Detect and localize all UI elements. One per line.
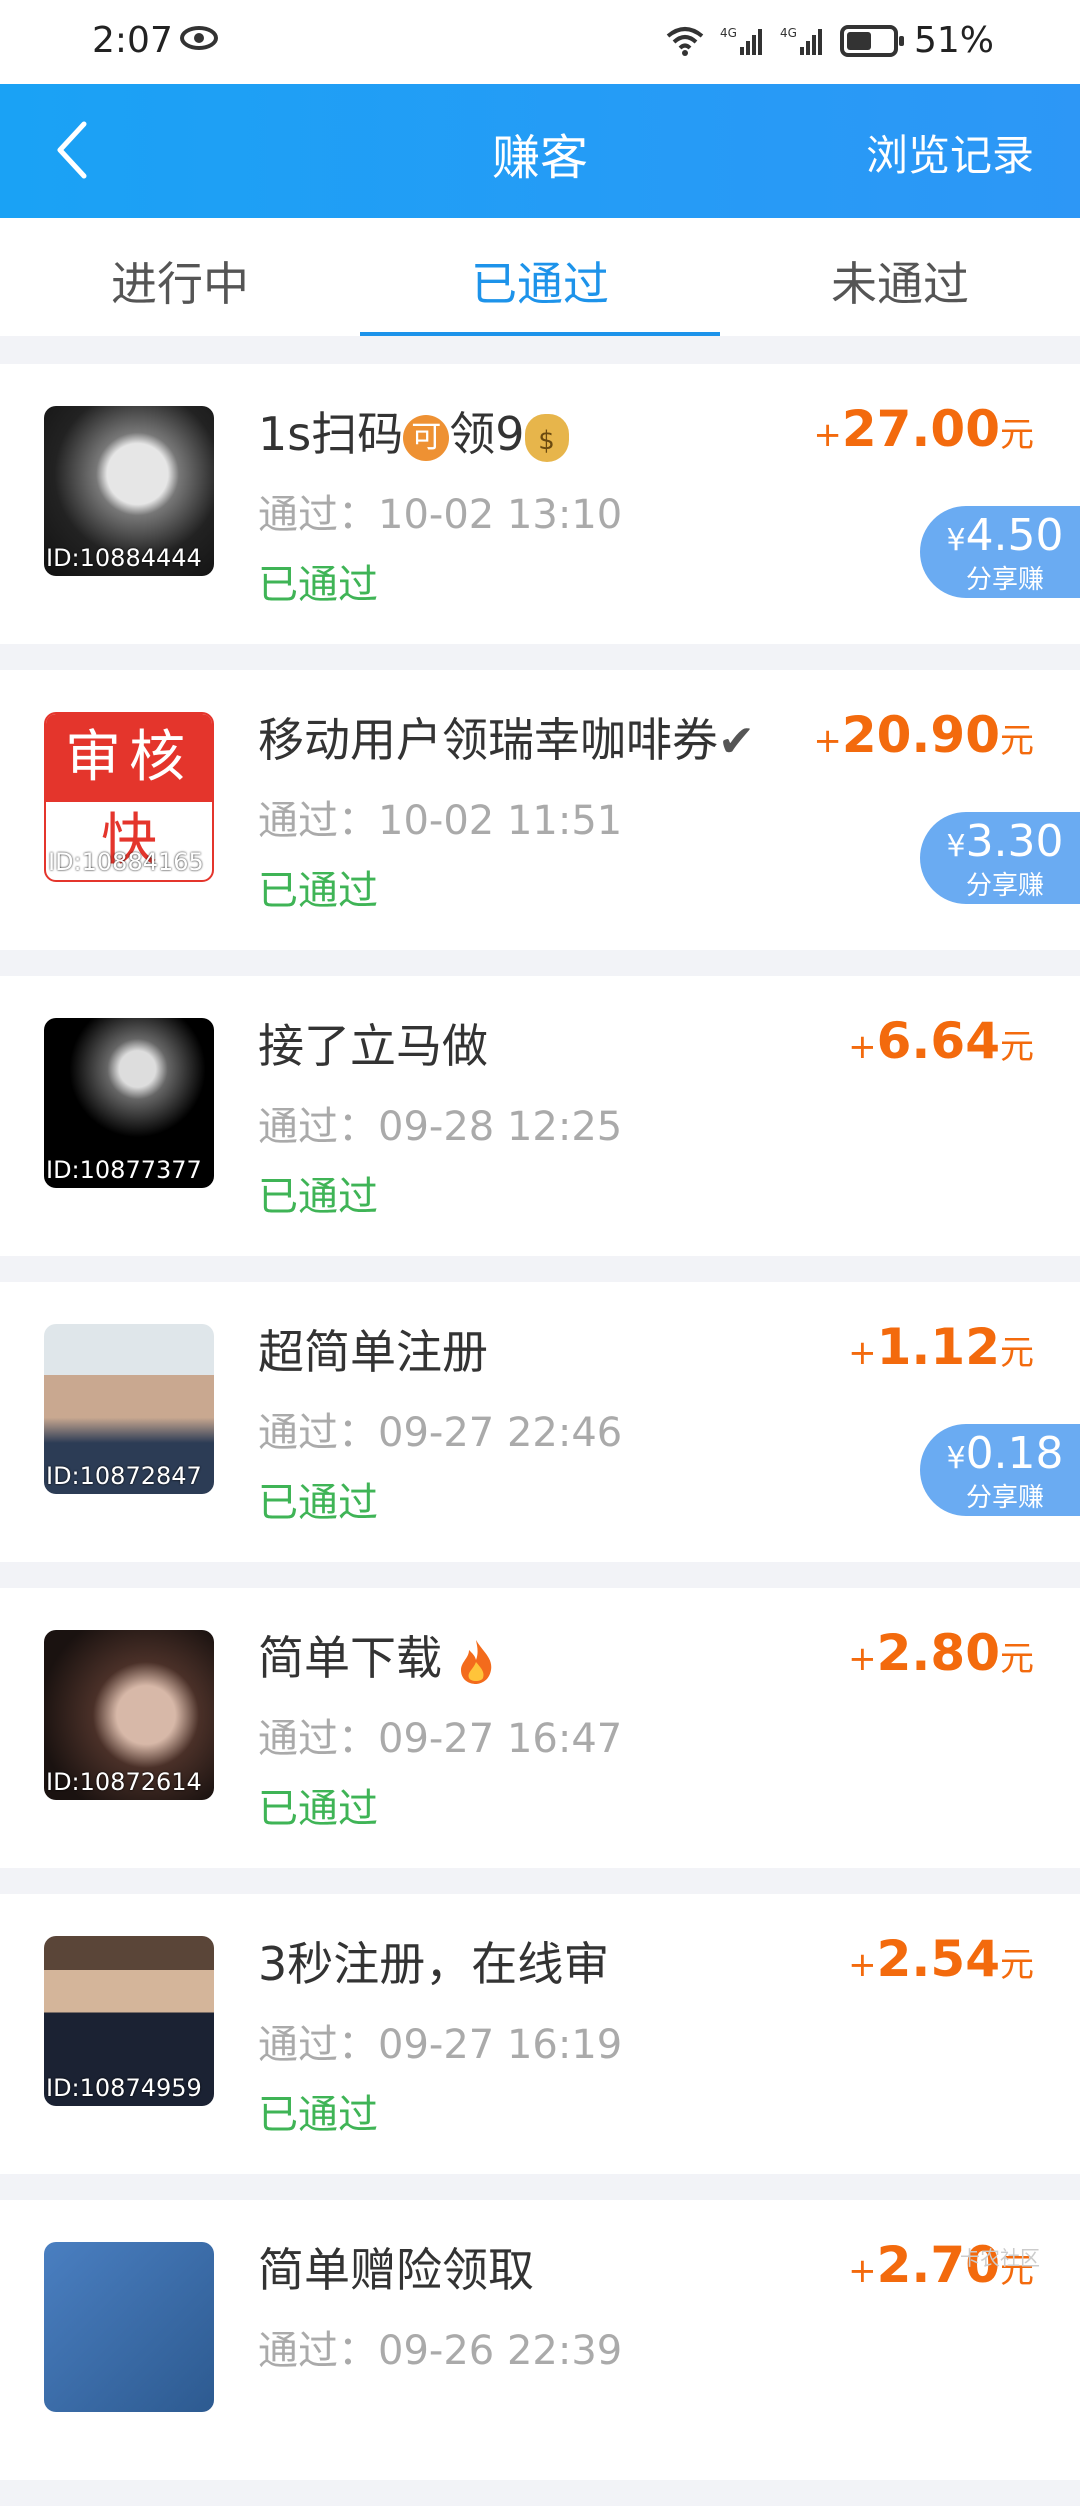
battery-icon	[839, 24, 904, 57]
tab-rejected[interactable]: 未通过	[720, 248, 1080, 314]
task-time: 通过：09-28 12:25	[258, 1104, 623, 1150]
app-header: 赚客 浏览记录	[0, 84, 1080, 218]
task-card[interactable]: 简单赠险领取 通过：09-26 22:39 +2.70元	[0, 2200, 1080, 2480]
task-title: 3秒注册，在线审	[258, 1937, 610, 1991]
task-id: ID:10877377	[46, 1156, 202, 1184]
task-time: 通过：09-27 22:46	[258, 1410, 623, 1456]
task-time: 通过：10-02 11:51	[258, 798, 623, 844]
watermark: 卡农社区	[960, 2246, 1040, 2270]
task-time: 通过：09-27 16:19	[258, 2022, 623, 2068]
task-title: 1s扫码可领9 $	[258, 398, 569, 464]
task-price: +6.64元	[848, 1012, 1034, 1070]
fire-icon	[457, 1638, 495, 1686]
task-card[interactable]: ID:10872847 超简单注册 通过：09-27 22:46 已通过 +1.…	[0, 1282, 1080, 1562]
signal-icon-2: 4G	[780, 25, 824, 57]
task-id: ID:10884444	[46, 544, 202, 572]
avatar-text-top: 审核	[46, 714, 212, 802]
tab-bar: 进行中 已通过 未通过	[0, 218, 1080, 336]
task-card[interactable]: 审核 快 ID:10884165 移动用户领瑞幸咖啡券✔ 通过：10-02 11…	[0, 670, 1080, 950]
task-price: +2.80元	[848, 1624, 1034, 1682]
status-bar: 2:07 4G 4G 51%	[0, 0, 1080, 84]
share-earn-button[interactable]: ¥4.50 分享赚	[920, 506, 1080, 598]
task-status: 已通过	[258, 1480, 378, 1526]
task-title: 超简单注册	[258, 1325, 488, 1379]
review-avatar: 审核 快 ID:10884165	[44, 712, 214, 882]
task-price: +1.12元	[848, 1318, 1034, 1376]
money-bag-icon: $	[524, 413, 569, 462]
task-id: ID:10872614	[46, 1768, 202, 1796]
active-tab-indicator	[360, 332, 720, 336]
rose-avatar: ID:10877377	[44, 1018, 214, 1188]
task-status: 已通过	[258, 1786, 378, 1832]
share-earn-button[interactable]: ¥3.30 分享赚	[920, 812, 1080, 904]
task-time: 通过：10-02 13:10	[258, 492, 623, 538]
svg-text:4G: 4G	[780, 26, 797, 40]
task-title: 简单下载	[258, 1622, 495, 1688]
task-id: ID:10874959	[46, 2074, 202, 2102]
task-card[interactable]: ID:10872614 简单下载 通过：09-27 16:47 已通过 +2.8…	[0, 1588, 1080, 1868]
battery-percent: 51%	[913, 20, 994, 61]
wifi-icon	[666, 26, 704, 56]
task-title: 简单赠险领取	[258, 2243, 534, 2297]
task-title: 接了立马做	[258, 1019, 488, 1073]
task-card[interactable]: ID:10884444 1s扫码可领9 $ 通过：10-02 13:10 已通过 …	[0, 364, 1080, 644]
task-status: 已通过	[258, 868, 378, 914]
status-time: 2:07	[92, 20, 173, 61]
task-time: 通过：09-26 22:39	[258, 2328, 623, 2374]
share-earn-button[interactable]: ¥0.18 分享赚	[920, 1424, 1080, 1516]
task-title: 移动用户领瑞幸咖啡券✔	[258, 713, 755, 767]
cat-avatar: ID:10884444	[44, 406, 214, 576]
status-right: 4G 4G 51%	[666, 20, 994, 61]
task-status: 已通过	[258, 2092, 378, 2138]
task-time: 通过：09-27 16:47	[258, 1716, 623, 1762]
man-avatar: ID:10872847	[44, 1324, 214, 1494]
task-status: 已通过	[258, 1174, 378, 1220]
task-id: ID:10872847	[46, 1462, 202, 1490]
signal-icon-1: 4G	[720, 25, 764, 57]
task-price: +2.54元	[848, 1930, 1034, 1988]
book-avatar	[44, 2242, 214, 2412]
task-price: +27.00元	[813, 400, 1034, 458]
coin-icon: 可	[403, 414, 450, 461]
task-list: ID:10884444 1s扫码可领9 $ 通过：10-02 13:10 已通过 …	[0, 364, 1080, 2506]
task-card[interactable]: ID:10877377 接了立马做 通过：09-28 12:25 已通过 +6.…	[0, 976, 1080, 1256]
check-icon: ✔	[718, 716, 755, 767]
eye-icon	[180, 26, 218, 50]
task-id: ID:10884165	[48, 848, 204, 876]
task-status: 已通过	[258, 562, 378, 608]
task-price: +20.90元	[813, 706, 1034, 764]
task-card[interactable]: ID:10874959 3秒注册，在线审 通过：09-27 16:19 已通过 …	[0, 1894, 1080, 2174]
tab-approved[interactable]: 已通过	[360, 248, 720, 314]
suit-avatar: ID:10874959	[44, 1936, 214, 2106]
svg-text:4G: 4G	[720, 26, 737, 40]
history-button[interactable]: 浏览记录	[866, 122, 1034, 183]
tab-in-progress[interactable]: 进行中	[0, 248, 360, 314]
woman-avatar: ID:10872614	[44, 1630, 214, 1800]
